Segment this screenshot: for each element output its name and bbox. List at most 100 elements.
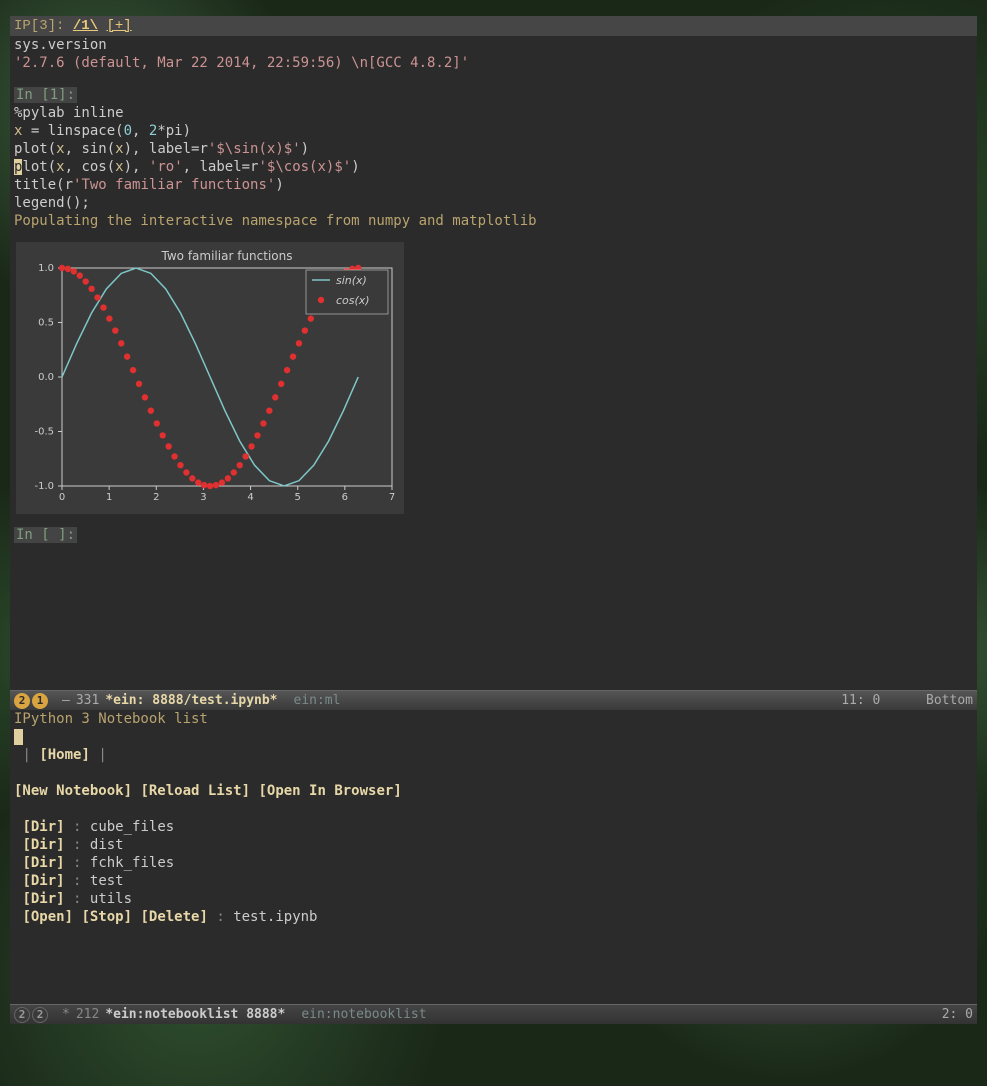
empty-space: [10, 580, 977, 690]
workspace-badge[interactable]: 2: [32, 1007, 48, 1023]
svg-text:Two familiar functions: Two familiar functions: [161, 249, 293, 263]
dir-tag[interactable]: [Dir]: [22, 855, 64, 871]
dir-name[interactable]: dist: [90, 837, 124, 853]
open-button[interactable]: [Open]: [22, 909, 73, 925]
sep: :: [65, 819, 90, 835]
svg-text:-0.5: -0.5: [34, 427, 54, 438]
code-text: ): [351, 159, 359, 175]
dir-name[interactable]: fchk_files: [90, 855, 174, 871]
modeline-top: 2 1 — 331 *ein: 8888/test.ipynb* ein:ml …: [10, 690, 977, 710]
svg-text:1.0: 1.0: [38, 263, 54, 274]
code-text: *pi): [157, 123, 191, 139]
svg-text:2: 2: [153, 492, 159, 503]
code-text: , cos(: [65, 159, 116, 175]
cell-prompt: In [ ]:: [14, 527, 77, 543]
svg-text:sin(x): sin(x): [336, 274, 367, 287]
sep: :: [208, 909, 233, 925]
cell-1[interactable]: In [1]: %pylab inline x = linspace(0, 2*…: [10, 80, 977, 238]
dir-name[interactable]: utils: [90, 891, 132, 907]
code-text: ,: [132, 123, 149, 139]
modeline-bottom: 2 2 * 212 *ein:notebooklist 8888* ein:no…: [10, 1004, 977, 1024]
code-line: %pylab inline: [14, 105, 124, 121]
line-col: 11: 0: [841, 693, 880, 708]
empty-space: [10, 934, 977, 1004]
pipe: |: [98, 747, 106, 763]
empty-cell-body[interactable]: [10, 560, 977, 580]
code-text: ), label=r: [124, 141, 208, 157]
home-link[interactable]: [Home]: [39, 747, 90, 763]
dir-tag[interactable]: [Dir]: [22, 837, 64, 853]
ip-label: IP[3]:: [14, 18, 64, 34]
svg-text:7: 7: [389, 492, 395, 503]
code-text: ): [301, 141, 309, 157]
code-text: ): [275, 177, 283, 193]
notebook-list: IPython 3 Notebook list | [Home] | [New …: [10, 710, 977, 934]
tab-add[interactable]: [+]: [106, 18, 131, 34]
code-num: 0: [124, 123, 132, 139]
major-mode: ein:ml: [294, 693, 341, 708]
tab-bar: IP[3]: /1\ [+]: [10, 16, 977, 36]
code-text: ),: [124, 159, 149, 175]
workspace-badge[interactable]: 1: [32, 693, 48, 709]
dir-tag[interactable]: [Dir]: [22, 873, 64, 889]
code-text: , sin(: [65, 141, 116, 157]
chart-svg: Two familiar functions01234567-1.0-0.50.…: [20, 246, 400, 506]
cursor: [14, 729, 23, 745]
cell-0-output: sys.version '2.7.6 (default, Mar 22 2014…: [10, 36, 977, 80]
svg-text:cos(x): cos(x): [336, 294, 370, 307]
out-line: sys.version: [14, 37, 107, 53]
code-text: title(r: [14, 177, 73, 193]
modeline-num: 331: [76, 693, 99, 708]
scroll-pos: Bottom: [926, 693, 973, 708]
code-var: x: [115, 159, 123, 175]
buffer-name[interactable]: *ein:notebooklist 8888*: [105, 1007, 285, 1022]
modeline-num: 212: [76, 1007, 99, 1022]
code-str: 'ro': [149, 159, 183, 175]
nb-list-title: IPython 3 Notebook list: [14, 711, 208, 727]
code-text: , label=r: [183, 159, 259, 175]
reload-list-button[interactable]: [Reload List]: [140, 783, 250, 799]
cell-empty[interactable]: In [ ]:: [10, 514, 977, 552]
code-text: lot(: [22, 159, 56, 175]
dir-tag[interactable]: [Dir]: [22, 891, 64, 907]
sep: :: [65, 837, 90, 853]
out-line: '2.7.6 (default, Mar 22 2014, 22:59:56) …: [14, 55, 469, 71]
svg-text:0.5: 0.5: [38, 318, 54, 329]
cell-output-text: Populating the interactive namespace fro…: [14, 213, 537, 229]
svg-text:5: 5: [295, 492, 301, 503]
code-str: '$\sin(x)$': [208, 141, 301, 157]
svg-text:4: 4: [247, 492, 253, 503]
chart-output: Two familiar functions01234567-1.0-0.50.…: [16, 242, 404, 514]
workspace-badge[interactable]: 2: [14, 693, 30, 709]
notebooklist-pane: IPython 3 Notebook list | [Home] | [New …: [10, 710, 977, 1004]
cell-prompt: In [1]:: [14, 87, 77, 103]
code-text: legend();: [14, 195, 90, 211]
code-var: x: [115, 141, 123, 157]
delete-button[interactable]: [Delete]: [140, 909, 207, 925]
notebook-pane: IP[3]: /1\ [+] sys.version '2.7.6 (defau…: [10, 16, 977, 690]
modeline-dash: —: [62, 693, 70, 708]
workspace-badge[interactable]: 2: [14, 1007, 30, 1023]
sep: :: [65, 891, 90, 907]
open-in-browser-button[interactable]: [Open In Browser]: [258, 783, 401, 799]
svg-text:0: 0: [59, 492, 65, 503]
sep: :: [65, 873, 90, 889]
nb-file-name[interactable]: test.ipynb: [233, 909, 317, 925]
tab-1[interactable]: /1\: [73, 18, 98, 34]
dir-name[interactable]: cube_files: [90, 819, 174, 835]
code-str: '$\cos(x)$': [258, 159, 351, 175]
code-text: = linspace(: [22, 123, 123, 139]
dir-name[interactable]: test: [90, 873, 124, 889]
new-notebook-button[interactable]: [New Notebook]: [14, 783, 132, 799]
stop-button[interactable]: [Stop]: [81, 909, 132, 925]
buffer-name[interactable]: *ein: 8888/test.ipynb*: [105, 693, 277, 708]
dir-tag[interactable]: [Dir]: [22, 819, 64, 835]
code-str: 'Two familiar functions': [73, 177, 275, 193]
modeline-star: *: [62, 1007, 70, 1022]
svg-text:1: 1: [106, 492, 112, 503]
major-mode: ein:notebooklist: [301, 1007, 426, 1022]
svg-text:-1.0: -1.0: [34, 481, 54, 492]
svg-text:3: 3: [200, 492, 206, 503]
code-text: plot(: [14, 141, 56, 157]
code-var: x: [56, 141, 64, 157]
